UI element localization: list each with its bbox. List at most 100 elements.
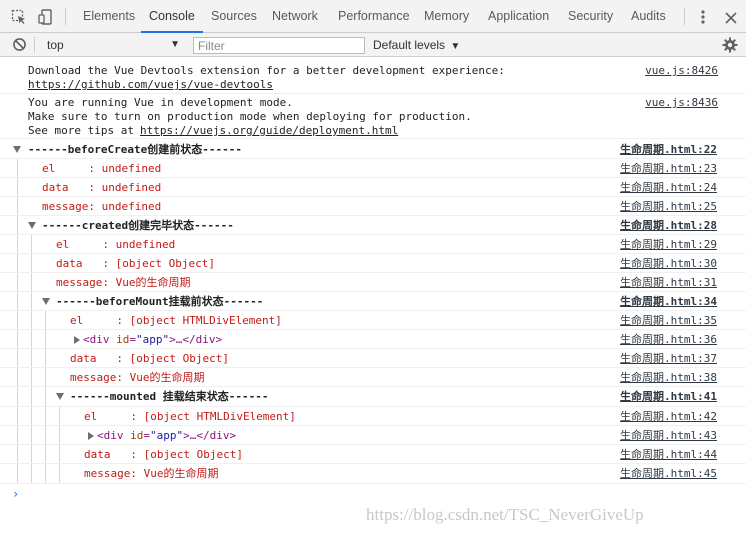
source-link[interactable]: 生命周期.html:22	[620, 143, 717, 157]
message-text: See more tips at	[28, 124, 141, 137]
log-text: data : [object Object]	[56, 257, 215, 270]
context-value: top	[47, 38, 64, 52]
filter-input[interactable]	[198, 38, 364, 53]
expand-triangle-icon[interactable]	[42, 298, 50, 305]
source-link[interactable]: 生命周期.html:35	[620, 314, 717, 328]
expand-triangle-icon[interactable]	[28, 222, 36, 229]
attr-value: "app"	[136, 333, 170, 346]
message-text: Make sure to turn on production mode whe…	[28, 110, 472, 123]
expand-triangle-icon[interactable]	[56, 393, 64, 400]
tab-network[interactable]: Network	[272, 0, 318, 33]
message-link[interactable]: https://github.com/vuejs/vue-devtools	[28, 78, 273, 92]
attr-name: id	[130, 429, 144, 442]
tab-application[interactable]: Application	[488, 0, 549, 33]
console-log-row: message: Vue的生命周期 生命周期.html:45	[0, 464, 746, 484]
source-link[interactable]: 生命周期.html:44	[620, 448, 717, 462]
source-link[interactable]: 生命周期.html:42	[620, 410, 717, 424]
tag-end: >	[215, 333, 223, 346]
close-icon[interactable]	[724, 10, 738, 24]
group-title: ------beforeCreate创建前状态------	[28, 143, 242, 156]
dropdown-arrow-icon: ▼	[450, 41, 461, 52]
tab-elements[interactable]: Elements	[83, 0, 135, 33]
console-message: Download the Vue Devtools extension for …	[0, 60, 746, 94]
console-toolbar: top ▼ Default levels ▼	[0, 33, 746, 57]
console-log-row: data : undefined 生命周期.html:24	[0, 178, 746, 197]
tab-audits[interactable]: Audits	[631, 0, 666, 33]
log-text: data : [object Object]	[84, 448, 243, 461]
source-link[interactable]: 生命周期.html:29	[620, 238, 717, 252]
source-link[interactable]: 生命周期.html:37	[620, 352, 717, 366]
console-dom-node-row[interactable]: <div id="app">…</div> 生命周期.html:36	[0, 330, 746, 349]
attr-name: id	[116, 333, 130, 346]
expand-triangle-icon[interactable]	[88, 432, 94, 440]
console-log-row: el : undefined 生命周期.html:23	[0, 159, 746, 178]
source-link[interactable]: 生命周期.html:31	[620, 276, 717, 290]
context-selector[interactable]: top ▼	[40, 36, 186, 54]
source-link[interactable]: vue.js:8426	[645, 64, 718, 78]
log-text: data : [object Object]	[70, 352, 229, 365]
console-log-row: message: Vue的生命周期 生命周期.html:38	[0, 368, 746, 387]
console-log-row: el : [object HTMLDivElement] 生命周期.html:3…	[0, 311, 746, 330]
source-link[interactable]: 生命周期.html:28	[620, 219, 717, 233]
tab-sources[interactable]: Sources	[211, 0, 257, 33]
attr-eq: =	[143, 429, 150, 442]
source-link[interactable]: 生命周期.html:34	[620, 295, 717, 309]
log-text: data : undefined	[42, 181, 162, 194]
source-link[interactable]: vue.js:8436	[645, 96, 718, 110]
console-group-header[interactable]: ------mounted 挂载结束状态------ 生命周期.html:41	[0, 387, 746, 407]
tab-divider	[684, 8, 685, 25]
tab-security[interactable]: Security	[568, 0, 613, 33]
message-link[interactable]: https://vuejs.org/guide/deployment.html	[140, 124, 398, 138]
console-message: You are running Vue in development mode.…	[0, 94, 746, 139]
tag-mid: >…</	[183, 429, 210, 442]
expand-triangle-icon[interactable]	[74, 336, 80, 344]
devtools-tab-bar: Elements Console Sources Network Perform…	[0, 0, 746, 33]
console-prompt-icon[interactable]: ›	[12, 487, 19, 501]
source-link[interactable]: 生命周期.html:38	[620, 371, 717, 385]
log-text: el : undefined	[42, 162, 162, 175]
source-link[interactable]: 生命周期.html:23	[620, 162, 717, 176]
console-log-row: message: undefined 生命周期.html:25	[0, 197, 746, 216]
toolbar-divider	[34, 37, 35, 53]
filter-box[interactable]	[193, 37, 365, 54]
group-title: ------beforeMount挂载前状态------	[56, 295, 264, 308]
source-link[interactable]: 生命周期.html:43	[620, 429, 717, 443]
log-text: el : [object HTMLDivElement]	[84, 410, 296, 423]
tag-close: div	[209, 429, 230, 442]
clear-console-icon[interactable]	[12, 37, 27, 52]
tab-memory[interactable]: Memory	[424, 0, 469, 33]
expand-triangle-icon[interactable]	[13, 146, 21, 153]
console-group-header[interactable]: ------beforeCreate创建前状态------ 生命周期.html:…	[0, 140, 746, 159]
console-group-header[interactable]: ------created创建完毕状态------ 生命周期.html:28	[0, 216, 746, 235]
device-toolbar-icon[interactable]	[38, 9, 54, 25]
console-output: Download the Vue Devtools extension for …	[0, 58, 746, 537]
log-text: message: Vue的生命周期	[84, 467, 219, 480]
tab-performance[interactable]: Performance	[338, 0, 410, 33]
tag-open: <div	[83, 333, 110, 346]
log-levels-label: Default levels	[373, 38, 446, 52]
source-link[interactable]: 生命周期.html:24	[620, 181, 717, 195]
dom-node-preview[interactable]: <div id="app">…</div>	[83, 333, 222, 347]
log-levels-dropdown[interactable]: Default levels ▼	[373, 36, 460, 54]
console-group-header[interactable]: ------beforeMount挂载前状态------ 生命周期.html:3…	[0, 292, 746, 311]
source-link[interactable]: 生命周期.html:36	[620, 333, 717, 347]
log-text: el : [object HTMLDivElement]	[70, 314, 282, 327]
dom-node-preview[interactable]: <div id="app">…</div>	[97, 429, 236, 443]
source-link[interactable]: 生命周期.html:45	[620, 467, 717, 481]
message-text: Download the Vue Devtools extension for …	[28, 64, 505, 77]
source-link[interactable]: 生命周期.html:30	[620, 257, 717, 271]
tab-console[interactable]: Console	[141, 0, 203, 33]
inspect-element-icon[interactable]	[11, 9, 27, 25]
tag-mid: >…</	[169, 333, 196, 346]
console-log-row: el : undefined 生命周期.html:29	[0, 235, 746, 254]
more-options-icon[interactable]	[698, 9, 708, 25]
log-text: message: Vue的生命周期	[70, 371, 205, 384]
console-dom-node-row[interactable]: <div id="app">…</div> 生命周期.html:43	[0, 426, 746, 445]
log-text: el : undefined	[56, 238, 176, 251]
settings-gear-icon[interactable]	[722, 37, 738, 53]
tab-divider	[65, 8, 66, 25]
source-link[interactable]: 生命周期.html:41	[620, 390, 717, 404]
source-link[interactable]: 生命周期.html:25	[620, 200, 717, 214]
tag-close: div	[195, 333, 216, 346]
tag-end: >	[229, 429, 237, 442]
